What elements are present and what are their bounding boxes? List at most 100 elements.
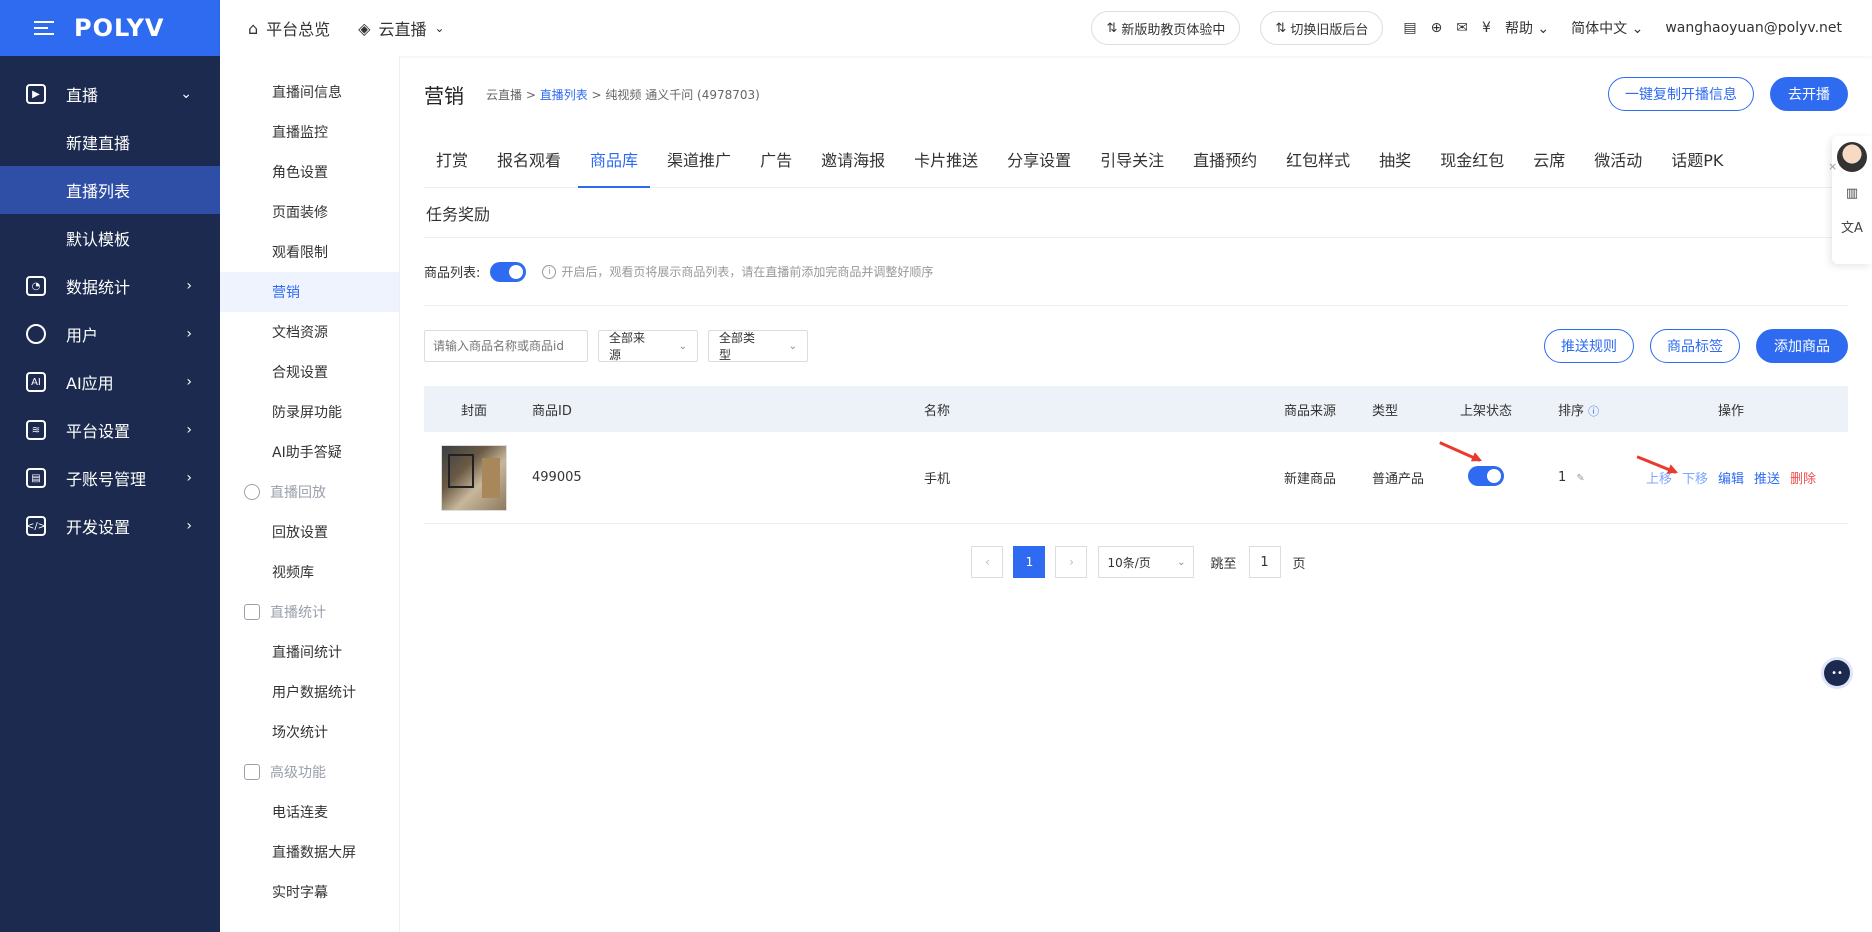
sidebar-item-users[interactable]: 用户 › [0, 310, 220, 358]
tab-ads[interactable]: 广告 [748, 131, 804, 187]
yen-icon[interactable]: ¥ [1482, 20, 1491, 36]
col-ops: 操作 [1717, 403, 1744, 419]
download-icon[interactable]: ⊕ [1431, 20, 1443, 36]
prev-page-button[interactable]: ‹ [971, 546, 1004, 578]
sub-item-compliance[interactable]: 合规设置 [220, 352, 399, 392]
chevron-right-icon: › [186, 326, 192, 342]
info-icon[interactable]: ⓘ [1588, 405, 1599, 418]
jump-page-input[interactable]: 1 [1248, 546, 1281, 578]
sub-item-roles[interactable]: 角色设置 [220, 152, 399, 192]
goods-cover-image [441, 444, 507, 511]
sub-item-data-screen[interactable]: 直播数据大屏 [220, 832, 399, 872]
copy-live-info-button[interactable]: 一键复制开播信息 [1608, 77, 1754, 111]
tab-topic-pk[interactable]: 话题PK [1659, 131, 1735, 187]
edit-icon[interactable]: ✎ [1576, 473, 1584, 484]
document-icon[interactable]: ▤ [1403, 20, 1416, 36]
delete-link[interactable]: 删除 [1790, 468, 1816, 487]
crumb-current: 纯视频 通义千问 (4978703) [605, 87, 760, 102]
sub-item-replay-settings[interactable]: 回放设置 [220, 512, 399, 552]
tab-reward[interactable]: 打赏 [424, 131, 480, 187]
sidebar-item-new-live[interactable]: 新建直播 [0, 118, 220, 166]
sub-item-user-stats[interactable]: 用户数据统计 [220, 672, 399, 712]
mail-icon[interactable]: ✉ [1456, 20, 1468, 36]
shelf-status-toggle[interactable] [1468, 465, 1504, 486]
sub-item-anti-record[interactable]: 防录屏功能 [220, 392, 399, 432]
tab-signup[interactable]: 报名观看 [485, 131, 573, 187]
tab-micro-activity[interactable]: 微活动 [1582, 131, 1654, 187]
sub-item-docs[interactable]: 文档资源 [220, 312, 399, 352]
go-live-button[interactable]: 去开播 [1770, 77, 1848, 111]
edit-link[interactable]: 编辑 [1718, 468, 1744, 487]
page-1-button[interactable]: 1 [1013, 546, 1046, 578]
sub-item-monitor[interactable]: 直播监控 [220, 112, 399, 152]
tab-cash-redpacket[interactable]: 现金红包 [1428, 131, 1516, 187]
language-select[interactable]: 简体中文 ⌄ [1571, 18, 1643, 38]
tab-lottery[interactable]: 抽奖 [1367, 131, 1423, 187]
sub-item-info[interactable]: 直播间信息 [220, 72, 399, 112]
tab-poster[interactable]: 邀请海报 [809, 131, 897, 187]
type-select[interactable]: 全部类型 ⌄ [708, 330, 808, 362]
sub-item-ai-qa[interactable]: AI助手答疑 [220, 432, 399, 472]
floating-toolbar: × ▥ 文A [1828, 136, 1872, 264]
sub-item-phone-mic[interactable]: 电话连麦 [220, 792, 399, 832]
tab-reservation[interactable]: 直播预约 [1181, 131, 1269, 187]
sub-item-subtitles[interactable]: 实时字幕 [220, 872, 399, 912]
push-link[interactable]: 推送 [1754, 468, 1780, 487]
sub-item-decoration[interactable]: 页面装修 [220, 192, 399, 232]
crown-icon [244, 764, 260, 780]
move-down-link[interactable]: 下移 [1682, 468, 1708, 487]
push-rule-button[interactable]: 推送规则 [1544, 329, 1634, 363]
goods-search-input[interactable] [424, 330, 588, 362]
sidebar-item-default-template[interactable]: 默认模板 [0, 214, 220, 262]
help-menu[interactable]: 帮助 ⌄ [1505, 18, 1549, 38]
chevron-right-icon: › [186, 278, 192, 294]
close-icon[interactable]: × [1828, 160, 1837, 173]
nav-product-select[interactable]: ◈ 云直播 ⌄ [358, 16, 444, 40]
translate-icon[interactable]: 文A [1841, 217, 1863, 236]
tab-redpacket-style[interactable]: 红包样式 [1274, 131, 1362, 187]
col-name: 名称 [924, 403, 951, 419]
crumb-cloud-live[interactable]: 云直播 [486, 88, 522, 102]
chatbot-icon[interactable]: •• [1824, 660, 1850, 686]
goods-order: 1 [1558, 470, 1567, 485]
source-select[interactable]: 全部来源 ⌄ [598, 330, 698, 362]
sidebar-item-live-list[interactable]: 直播列表 [0, 166, 220, 214]
old-ui-button[interactable]: ⇅ 切换旧版后台 [1260, 11, 1384, 45]
page-size-select[interactable]: 10条/页 ⌄ [1098, 546, 1195, 578]
sub-item-room-stats[interactable]: 直播间统计 [220, 632, 399, 672]
sidebar-item-ai[interactable]: AI AI应用 › [0, 358, 220, 406]
tab-cloud-seat[interactable]: 云席 [1521, 131, 1577, 187]
sub-item-restriction[interactable]: 观看限制 [220, 232, 399, 272]
tab-card-push[interactable]: 卡片推送 [902, 131, 990, 187]
crumb-live-list[interactable]: 直播列表 [540, 88, 588, 102]
main-sidebar: POLYV ▶ 直播 ⌄ 新建直播 直播列表 默认模板 ◔ 数据统计 › 用户 … [0, 0, 220, 932]
tab-channel[interactable]: 渠道推广 [655, 131, 743, 187]
sub-item-video-library[interactable]: 视频库 [220, 552, 399, 592]
assistant-avatar[interactable] [1837, 142, 1867, 172]
group-stats: 直播统计 [220, 592, 399, 632]
add-goods-button[interactable]: 添加商品 [1756, 329, 1848, 363]
chevron-right-icon: › [186, 374, 192, 390]
goods-tag-button[interactable]: 商品标签 [1650, 329, 1740, 363]
col-id: 商品ID [532, 403, 572, 419]
group-advanced: 高级功能 [220, 752, 399, 792]
tab-task-reward[interactable]: 任务奖励 [424, 188, 492, 238]
tab-share[interactable]: 分享设置 [995, 131, 1083, 187]
sub-item-session-stats[interactable]: 场次统计 [220, 712, 399, 752]
next-page-button[interactable]: › [1055, 546, 1088, 578]
tab-follow[interactable]: 引导关注 [1088, 131, 1176, 187]
nav-home[interactable]: ⌂ 平台总览 [248, 16, 330, 40]
sidebar-item-live[interactable]: ▶ 直播 ⌄ [0, 70, 220, 118]
sidebar-item-dev[interactable]: </> 开发设置 › [0, 502, 220, 550]
menu-icon[interactable] [34, 21, 54, 35]
table-row: 499005 手机 新建商品 普通产品 1 ✎ 上移 下移 编辑 推送 删除 [424, 432, 1848, 524]
sidebar-item-stats[interactable]: ◔ 数据统计 › [0, 262, 220, 310]
user-menu[interactable]: wanghaoyuan@polyv.net [1665, 20, 1842, 36]
sub-item-marketing[interactable]: 营销 [220, 272, 399, 312]
new-ui-button[interactable]: ⇅ 新版助教页体验中 [1091, 11, 1241, 45]
sidebar-item-platform[interactable]: ≋ 平台设置 › [0, 406, 220, 454]
sidebar-item-subaccount[interactable]: ▤ 子账号管理 › [0, 454, 220, 502]
goods-list-toggle[interactable] [490, 261, 527, 282]
book-icon[interactable]: ▥ [1846, 186, 1858, 201]
tab-goods[interactable]: 商品库 [578, 131, 651, 188]
